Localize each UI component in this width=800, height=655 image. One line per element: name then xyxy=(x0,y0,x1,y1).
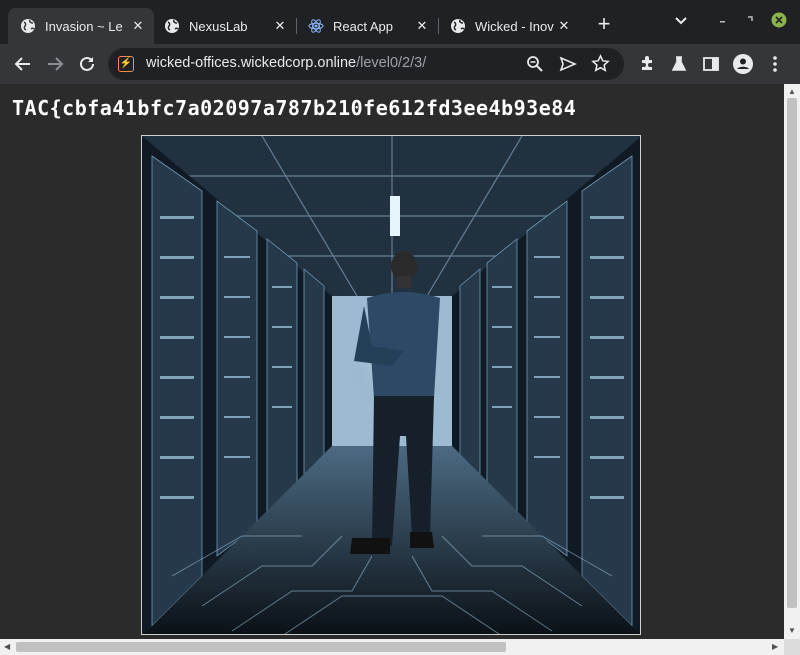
tab-title: Invasion ~ Le xyxy=(45,18,123,34)
vertical-scroll-thumb[interactable] xyxy=(787,98,797,608)
server-room-image xyxy=(141,135,641,635)
tab-react-app[interactable]: React App ✕ xyxy=(296,8,438,44)
zoom-icon[interactable] xyxy=(526,55,544,78)
forward-icon[interactable] xyxy=(41,50,69,78)
server-room-illustration xyxy=(142,136,640,634)
url-text[interactable]: wicked-offices.wickedcorp.online/level0/… xyxy=(146,55,426,71)
globe-icon xyxy=(450,18,466,34)
profile-avatar-icon[interactable] xyxy=(729,50,757,78)
menu-kebab-icon[interactable] xyxy=(761,50,789,78)
site-info-icon[interactable]: ⚡ xyxy=(118,56,134,72)
globe-icon xyxy=(20,18,36,34)
tab-title: NexusLab xyxy=(189,18,248,34)
tab-title: Wicked - Inov xyxy=(475,18,554,34)
scrollbar-corner xyxy=(784,639,800,655)
scroll-down-icon[interactable]: ▼ xyxy=(788,626,796,635)
scroll-up-icon[interactable]: ▲ xyxy=(788,87,796,96)
tab-nexuslab[interactable]: NexusLab ✕ xyxy=(152,8,296,44)
toolbar: ⚡ wicked-offices.wickedcorp.online/level… xyxy=(0,44,800,84)
restore-icon[interactable] xyxy=(745,12,755,27)
extensions-icon[interactable] xyxy=(633,50,661,78)
tab-wicked[interactable]: Wicked - Inov ✕ xyxy=(438,8,580,44)
new-tab-icon[interactable]: + xyxy=(592,12,616,36)
side-panel-icon[interactable] xyxy=(697,50,725,78)
tab-invasion[interactable]: Invasion ~ Le ✕ xyxy=(8,8,154,44)
page-content: TAC{cbfa41bfc7a02097a787b210fe612fd3ee4b… xyxy=(0,84,784,639)
send-icon[interactable] xyxy=(559,55,578,78)
flag-heading: TAC{cbfa41bfc7a02097a787b210fe612fd3ee4b… xyxy=(12,96,577,120)
labs-flask-icon[interactable] xyxy=(665,50,693,78)
window-close-icon[interactable] xyxy=(771,12,787,31)
minimize-icon[interactable] xyxy=(718,12,728,27)
horizontal-scrollbar[interactable]: ◀ ▶ xyxy=(0,639,784,655)
tab-title: React App xyxy=(333,18,393,34)
address-bar[interactable]: ⚡ wicked-offices.wickedcorp.online/level… xyxy=(108,48,624,80)
close-icon[interactable]: ✕ xyxy=(554,16,574,36)
close-icon[interactable]: ✕ xyxy=(412,16,432,36)
bookmark-star-icon[interactable] xyxy=(591,54,610,78)
tab-search-chevron-icon[interactable] xyxy=(674,14,688,31)
back-icon[interactable] xyxy=(9,50,37,78)
reload-icon[interactable] xyxy=(73,50,101,78)
scroll-left-icon[interactable]: ◀ xyxy=(4,642,10,651)
close-icon[interactable]: ✕ xyxy=(128,16,148,36)
browser-window: Invasion ~ Le ✕ NexusLab ✕ React App ✕ W… xyxy=(0,0,800,655)
horizontal-scroll-thumb[interactable] xyxy=(16,642,506,652)
react-icon xyxy=(308,18,324,34)
tab-strip: Invasion ~ Le ✕ NexusLab ✕ React App ✕ W… xyxy=(0,0,800,44)
scroll-right-icon[interactable]: ▶ xyxy=(772,642,778,651)
close-icon[interactable]: ✕ xyxy=(270,16,290,36)
globe-icon xyxy=(164,18,180,34)
vertical-scrollbar[interactable]: ▲ ▼ xyxy=(784,84,800,639)
